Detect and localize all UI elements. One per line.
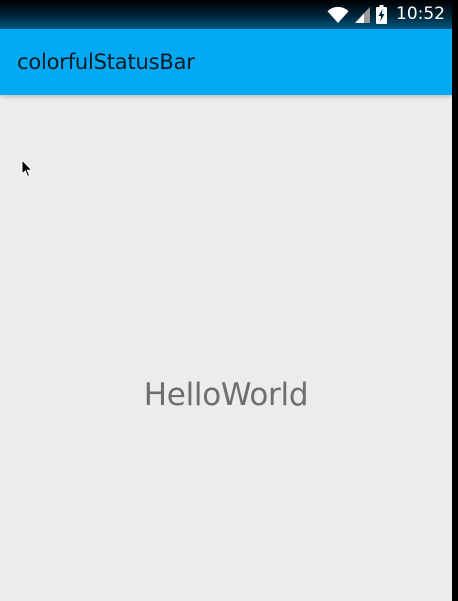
mouse-pointer-icon — [21, 158, 33, 182]
cell-signal-icon — [354, 6, 371, 24]
app-screen: 10:52 colorfulStatusBar HelloWorld — [0, 0, 452, 601]
hello-world-text: HelloWorld — [143, 377, 309, 413]
status-icons: 10:52 — [327, 0, 445, 29]
app-title: colorfulStatusBar — [17, 50, 195, 74]
screen-edge — [452, 0, 458, 601]
status-bar: 10:52 — [0, 0, 452, 29]
status-clock: 10:52 — [396, 4, 445, 24]
app-bar: colorfulStatusBar — [0, 29, 452, 95]
main-content: HelloWorld — [0, 95, 452, 601]
battery-charging-icon — [376, 5, 387, 24]
wifi-icon — [327, 6, 349, 24]
